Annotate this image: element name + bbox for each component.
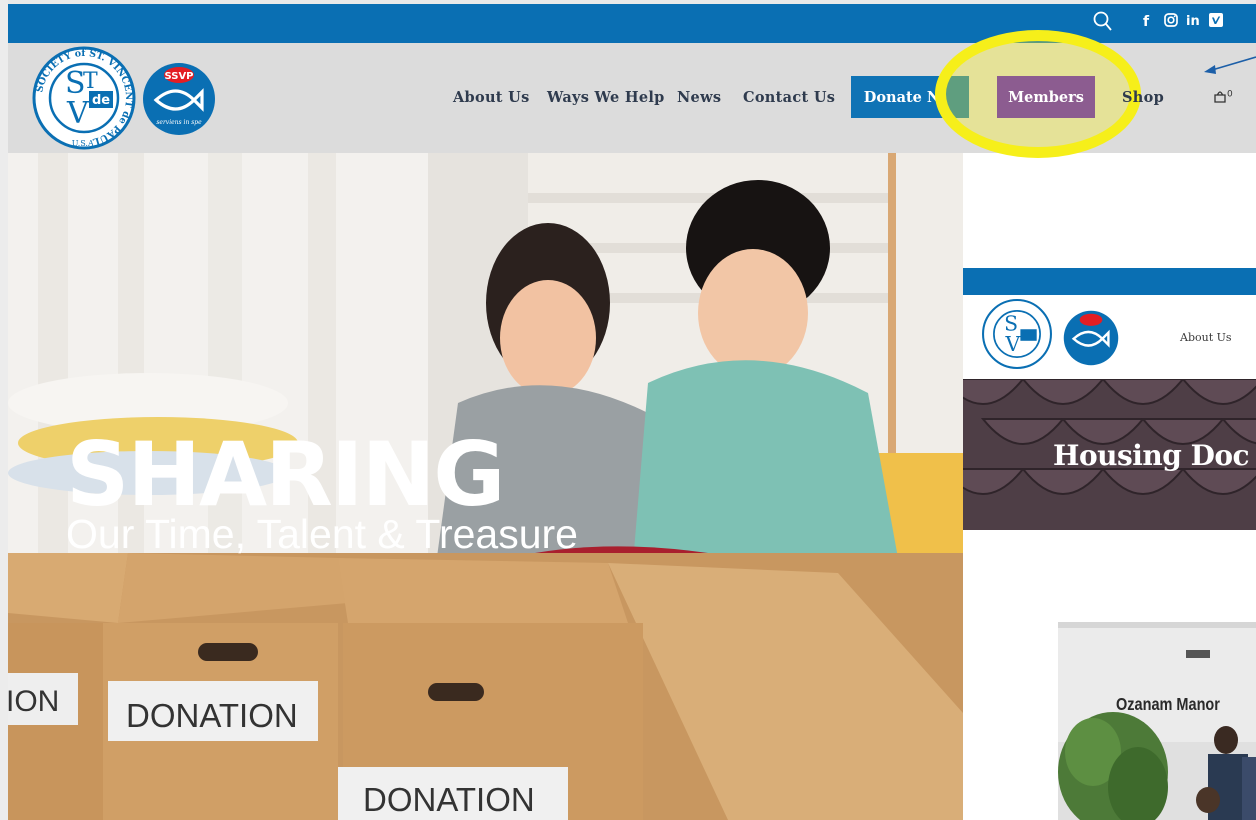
inset-nav-about-us: About Us <box>1180 331 1232 344</box>
ozanam-manor-photo: Ozanam Manor <box>1058 622 1256 820</box>
nav-ways-we-help[interactable]: Ways We Help <box>547 89 665 106</box>
svg-text:V: V <box>66 96 90 131</box>
hero-subtitle: Our Time, Talent & Treasure <box>66 511 578 557</box>
linkedin-icon[interactable]: in <box>1186 12 1200 32</box>
nav-about-us[interactable]: About Us <box>453 89 530 106</box>
nav-news[interactable]: News <box>677 89 721 106</box>
donate-now-label: Donate N <box>863 88 941 106</box>
nav-contact-us[interactable]: Contact Us <box>743 89 835 106</box>
ssvp-label: SSVP <box>164 71 193 82</box>
ozanam-building <box>1058 622 1256 820</box>
ssvp-logo[interactable]: SSVP serviens in spe <box>142 62 216 136</box>
inset-header: S V About Us <box>963 295 1256 379</box>
inset-ssvp-logo <box>1063 310 1119 366</box>
cart-icon[interactable]: 0 <box>1213 88 1233 107</box>
cart-count: 0 <box>1227 89 1233 100</box>
svg-text:V: V <box>1004 332 1020 356</box>
instagram-icon[interactable] <box>1164 13 1178 33</box>
box-label-middle: DONATION <box>126 697 298 734</box>
inset-title: Housing Doc <box>1053 439 1250 472</box>
inset-svdp-logo: S V <box>982 299 1052 369</box>
inset-banner: Housing Doc <box>963 379 1256 530</box>
svg-text:T: T <box>83 69 98 94</box>
window-frame-left <box>0 0 8 820</box>
hero-banner: ION DONATION DONATION SHARING Our Time, … <box>8 153 963 820</box>
box-label-front: DONATION <box>363 781 535 818</box>
facebook-icon[interactable]: f <box>1143 12 1149 32</box>
ssvp-tagline: serviens in spe <box>156 119 202 126</box>
inset-page-preview: S V About Us Housing Doc <box>963 268 1256 530</box>
members-button[interactable]: Members <box>997 76 1095 118</box>
hero-text: SHARING Our Time, Talent & Treasure <box>66 423 578 557</box>
inset-top-bar <box>963 268 1256 295</box>
search-icon[interactable] <box>1093 10 1113 38</box>
svdp-logo[interactable]: SOCIETY of ST. VINCENT de PAUL S T V de … <box>31 45 137 151</box>
hero-title: SHARING <box>66 423 506 526</box>
ozanam-manor-sign: Ozanam Manor <box>1116 695 1220 715</box>
box-label-left: ION <box>8 685 60 718</box>
annotation-arrow <box>1204 56 1256 74</box>
nav-shop[interactable]: Shop <box>1122 89 1164 106</box>
svdp-monogram: de <box>92 93 110 108</box>
vimeo-icon[interactable] <box>1209 13 1223 33</box>
svdp-country: U.S.A. <box>72 139 97 148</box>
site-header: SOCIETY of ST. VINCENT de PAUL S T V de … <box>8 30 1256 158</box>
